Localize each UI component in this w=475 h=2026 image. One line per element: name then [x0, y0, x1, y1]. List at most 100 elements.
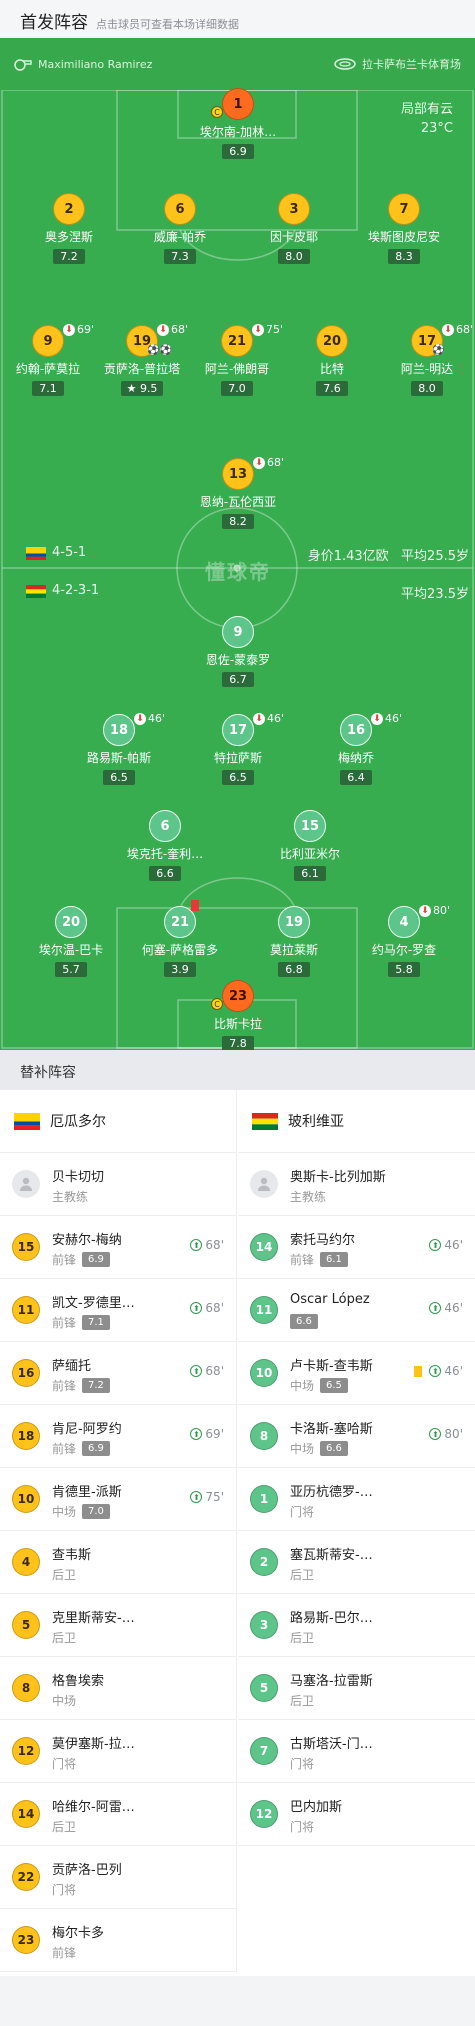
sub-in-minute: ⬆ 80'	[429, 1427, 463, 1441]
player-name: 奥多涅斯	[44, 230, 93, 244]
player-meta: 门将	[290, 1818, 314, 1835]
player-away-19[interactable]: 19 莫拉莱斯 6.8	[249, 906, 339, 977]
player-position: 前锋	[52, 1316, 77, 1330]
player-away-15[interactable]: 15 比利亚米尔 6.1	[265, 810, 355, 881]
sub-player-row[interactable]: 3 路易斯-巴尔… 后卫	[238, 1594, 475, 1657]
player-away-9[interactable]: 9 恩佐-蒙泰罗 6.7	[193, 616, 283, 687]
player-rating: 6.6	[320, 1441, 348, 1456]
sub-player-row[interactable]: 4 查韦斯 后卫	[0, 1531, 236, 1594]
player-away-18[interactable]: 18 ⬇ 46' 路易斯-帕斯 6.5	[74, 712, 165, 785]
sub-player-row[interactable]: 5 克里斯蒂安-… 后卫	[0, 1594, 236, 1657]
sub-player-row[interactable]: 16 萨缅托 前锋 7.2 ⬆ 68'	[0, 1342, 236, 1405]
sub-player-row[interactable]: 1 亚历杭德罗-… 门将	[238, 1468, 475, 1531]
sub-player-row[interactable]: 14 哈维尔-阿雷… 后卫	[0, 1783, 236, 1846]
jersey-number: 7	[250, 1737, 278, 1765]
sub-player-row[interactable]: 7 古斯塔沃-门… 门将	[238, 1720, 475, 1783]
player-away-6[interactable]: 6 埃克托-奎利… 6.6	[120, 810, 210, 881]
player-name: 梅纳乔	[337, 751, 374, 765]
player-rating: 7.6	[316, 381, 348, 396]
coach-row[interactable]: 奥斯卡-比列加斯 主教练	[238, 1153, 475, 1216]
player-name: 特拉萨斯	[213, 751, 262, 765]
player-position: 门将	[290, 1505, 315, 1519]
player-home-1[interactable]: 1 C 埃尔南-加林… 6.9	[193, 88, 283, 159]
sub-in-minute: ⬆ 46'	[429, 1301, 463, 1315]
sub-player-row[interactable]: 8 卡洛斯-塞哈斯 中场 6.6 ⬆ 80'	[238, 1405, 475, 1468]
player-home-13[interactable]: 13 ⬇ 68' 恩纳-瓦伦西亚 8.2	[193, 456, 284, 529]
sub-player-row[interactable]: 8 格鲁埃索 中场	[0, 1657, 236, 1720]
player-rating: 8.3	[388, 249, 420, 264]
player-home-9[interactable]: 9 ⬇ 69' 约翰-萨莫拉 7.1	[3, 323, 94, 396]
player-away-4[interactable]: 4 ⬇ 80' 约马尔-罗查 5.8	[359, 904, 450, 977]
weather-temp: 23°C	[420, 121, 453, 136]
sub-minute: 80'	[444, 1427, 463, 1441]
weather-info: 局部有云 23°C	[401, 100, 453, 138]
player-rating: 7.8	[222, 1036, 254, 1050]
sub-player-row[interactable]: 2 塞瓦斯蒂安-… 后卫	[238, 1531, 475, 1594]
player-away-23[interactable]: 23 C 比斯卡拉 7.8	[193, 980, 283, 1050]
player-home-6[interactable]: 6 威廉-帕乔 7.3	[135, 193, 225, 264]
player-away-17[interactable]: 17 ⬇ 46' 特拉萨斯 6.5	[193, 712, 284, 785]
sub-minute: 75'	[205, 1490, 224, 1504]
sub-player-row[interactable]: 5 马塞洛-拉雷斯 后卫	[238, 1657, 475, 1720]
player-rating: 7.2	[53, 249, 85, 264]
player-rating: 6.6	[149, 866, 181, 881]
home-value: 身价1.43亿欧	[307, 549, 389, 564]
player-rating: 3.9	[164, 962, 196, 977]
player-home-21[interactable]: 21 ⬇ 75' 阿兰-佛朗哥 7.0	[192, 323, 283, 396]
player-name: 卡洛斯-塞哈斯	[290, 1422, 373, 1437]
jersey-number: 3	[250, 1611, 278, 1639]
player-away-20[interactable]: 20 埃尔温-巴卡 5.7	[26, 906, 116, 977]
jersey-number: 8	[250, 1422, 278, 1450]
sub-player-row[interactable]: 11 凯文-罗德里… 前锋 7.1 ⬆ 68'	[0, 1279, 236, 1342]
sub-player-row[interactable]: 10 卢卡斯-查韦斯 中场 6.5 ⬆ 46'	[238, 1342, 475, 1405]
sub-player-row[interactable]: 10 肯德里-派斯 中场 7.0 ⬆ 75'	[0, 1468, 236, 1531]
player-name: 古斯塔沃-门…	[290, 1737, 373, 1752]
sub-player-row[interactable]: 15 安赫尔-梅纳 前锋 6.9 ⬆ 68'	[0, 1216, 236, 1279]
player-rating: 6.9	[82, 1252, 110, 1267]
player-name: 查韦斯	[52, 1548, 92, 1563]
player-name: 何塞-萨格雷多	[141, 943, 219, 957]
player-meta: 后卫	[52, 1629, 76, 1646]
jersey-number: 14	[250, 1233, 278, 1261]
player-home-7[interactable]: 7 埃斯图皮尼安 8.3	[359, 193, 449, 264]
sub-player-row[interactable]: 18 肯尼-阿罗约 前锋 6.9 ⬆ 69'	[0, 1405, 236, 1468]
player-home-2[interactable]: 2 奥多涅斯 7.2	[24, 193, 114, 264]
sub-player-row[interactable]: 12 巴内加斯 门将	[238, 1783, 475, 1846]
sub-out-marker: ⬇ 46'	[371, 712, 402, 725]
player-position: 中场	[52, 1505, 77, 1519]
match-info-bar: Maximiliano Ramirez 拉卡萨布兰卡体育场	[0, 38, 475, 90]
player-position: 后卫	[290, 1568, 315, 1582]
venue-name: 拉卡萨布兰卡体育场	[362, 58, 461, 71]
sub-player-row[interactable]: 14 索托马约尔 前锋 6.1 ⬆ 46'	[238, 1216, 475, 1279]
player-home-20[interactable]: 20 比特 7.6	[287, 325, 377, 396]
player-home-17[interactable]: 17 ⬇ 68' ⚽ 阿兰-明达 8.0	[382, 323, 473, 396]
sub-player-row[interactable]: 12 莫伊塞斯-拉… 门将	[0, 1720, 236, 1783]
sub-out-icon: ⬇	[371, 712, 383, 725]
player-home-3[interactable]: 3 因卡皮耶 8.0	[249, 193, 339, 264]
player-position: 中场	[52, 1694, 77, 1708]
captain-badge: C	[211, 998, 223, 1010]
home-formation: 4-5-1	[52, 545, 87, 560]
home-avg-age: 平均25.5岁	[401, 549, 469, 564]
sub-player-row[interactable]: 23 梅尔卡多 前锋	[0, 1909, 236, 1972]
player-rating: 7.1	[82, 1315, 110, 1330]
player-away-21[interactable]: 21 何塞-萨格雷多 3.9	[135, 900, 225, 977]
player-position: 前锋	[52, 1442, 77, 1456]
player-rating: 6.5	[103, 770, 135, 785]
player-rating: 8.2	[222, 514, 254, 529]
sub-player-row[interactable]: 22 贡萨洛-巴列 门将	[0, 1846, 236, 1909]
sub-out-marker: ⬇ 46'	[134, 712, 165, 725]
player-meta: 前锋 6.1	[290, 1251, 348, 1268]
subs-list: 厄瓜多尔 贝卡切切 主教练 15 安赫尔-梅纳 前锋 6.9 ⬆ 68' 11 凯文-罗德里… 前锋…	[0, 1090, 475, 1976]
sub-in-minute: ⬆ 46'	[414, 1364, 463, 1378]
player-home-19[interactable]: 19 ⬇ 68' ⚽⚽ 贡萨洛-普拉塔 ★ 9.5	[97, 323, 188, 396]
player-name: 莫拉莱斯	[269, 943, 318, 957]
player-meta: 后卫	[290, 1566, 314, 1583]
coach-role: 主教练	[52, 1190, 89, 1204]
sub-player-row[interactable]: 11 Óscar López 6.6 ⬆ 46'	[238, 1279, 475, 1342]
player-position: 门将	[52, 1757, 77, 1771]
player-position: 后卫	[52, 1820, 77, 1834]
player-away-16[interactable]: 16 ⬇ 46' 梅纳乔 6.4	[311, 712, 402, 785]
coach-row[interactable]: 贝卡切切 主教练	[0, 1153, 236, 1216]
player-meta: 前锋	[52, 1944, 76, 1961]
